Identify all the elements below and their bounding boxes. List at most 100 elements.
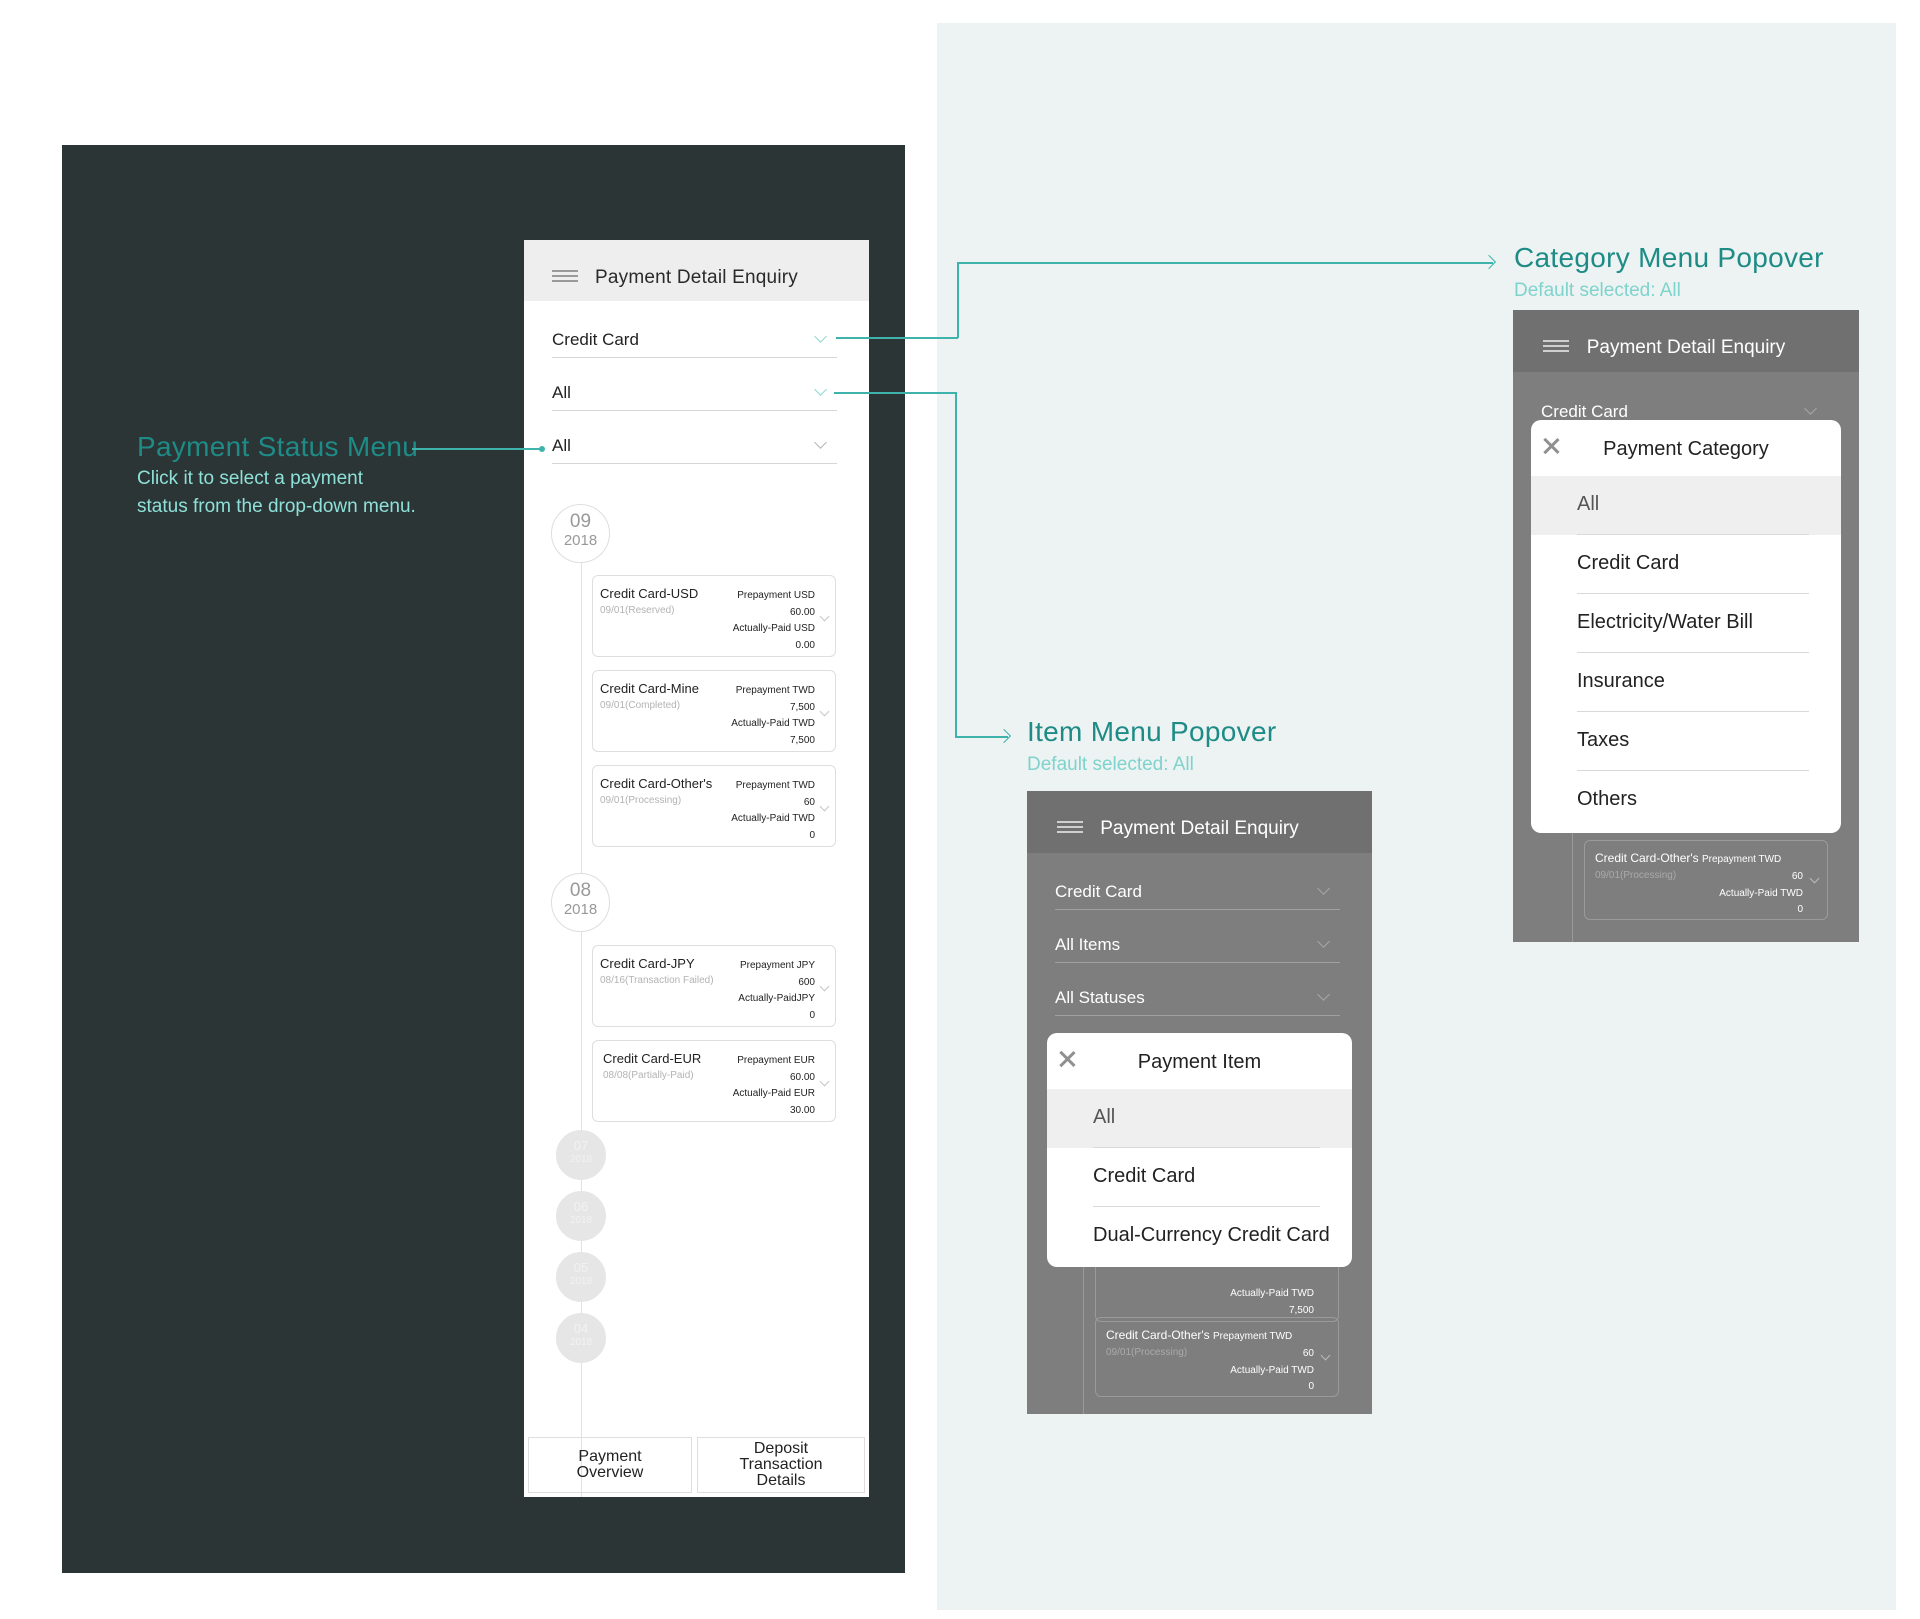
chevron-down-icon xyxy=(814,436,827,449)
record-name: Credit Card-EUR xyxy=(603,1051,702,1066)
month-marker[interactable]: 08 2018 xyxy=(551,873,610,932)
prepay-amount: 600 xyxy=(798,976,815,988)
popover-title: Payment Item xyxy=(1137,1051,1262,1073)
option-label: Dual-Currency Credit Card xyxy=(1093,1224,1330,1246)
chevron-down-icon xyxy=(814,383,827,396)
payment-record-card[interactable]: Credit Card-Mine 09/01(Completed) Prepay… xyxy=(592,670,836,752)
category-option-electricity-water[interactable]: Electricity/Water Bill xyxy=(1531,594,1841,653)
prepay-amount: 60 xyxy=(803,796,815,808)
record-name: Credit Card-Mine xyxy=(600,681,699,696)
paid-label: Actually-Paid TWD xyxy=(731,813,815,824)
payment-record-card[interactable]: Credit Card-USD 09/01(Reserved) Prepayme… xyxy=(592,575,836,657)
chevron-down-icon xyxy=(1804,402,1817,415)
month-number: 04 xyxy=(573,1321,589,1336)
record-amounts: Prepayment JPY 600 Actually-PaidJPY 0 xyxy=(705,958,815,1024)
item-option-dual-currency[interactable]: Dual-Currency Credit Card xyxy=(1047,1207,1352,1266)
app-header: Payment Detail Enquiry xyxy=(1513,310,1859,372)
month-number: 07 xyxy=(573,1138,589,1153)
connector-line xyxy=(834,392,956,394)
prepay-amount: 60 xyxy=(1302,1348,1314,1359)
paid-label: Actually-Paid TWD xyxy=(731,718,815,729)
chevron-down-icon[interactable] xyxy=(819,801,830,812)
record-date-status: 09/01(Completed) xyxy=(600,700,681,711)
category-popover-annotation-title: Category Menu Popover xyxy=(1514,242,1824,273)
month-marker-disabled: 07 2018 xyxy=(556,1130,606,1180)
paid-label: Actually-Paid TWD xyxy=(1719,887,1803,899)
paid-amount: 0 xyxy=(809,829,815,841)
paid-label: Actually-Paid USD xyxy=(732,623,815,634)
chevron-down-icon[interactable] xyxy=(819,1076,830,1087)
item-dropdown[interactable]: All xyxy=(552,381,837,411)
item-dropdown-value: All xyxy=(552,383,571,402)
record-name: Credit Card-Other's Prepayment TWD xyxy=(1595,851,1781,865)
status-dropdown: All Statuses xyxy=(1055,986,1340,1016)
month-year: 2018 xyxy=(569,1276,593,1287)
connector-line xyxy=(957,262,959,338)
payment-record-card[interactable]: Credit Card-EUR 08/08(Partially-Paid) Pr… xyxy=(592,1040,836,1122)
category-option-taxes[interactable]: Taxes xyxy=(1531,712,1841,771)
month-marker[interactable]: 09 2018 xyxy=(551,504,610,563)
page-title: Payment Detail Enquiry xyxy=(1100,818,1299,839)
option-label: Credit Card xyxy=(1577,552,1680,574)
category-popover-annotation-sub: Default selected: All xyxy=(1514,280,1681,301)
month-number: 06 xyxy=(573,1199,589,1214)
record-date-status: 08/08(Partially-Paid) xyxy=(603,1070,694,1081)
payment-record-card[interactable]: Credit Card-Other's 09/01(Processing) Pr… xyxy=(592,765,836,847)
record-amounts: Prepayment USD 60.00 Actually-Paid USD 0… xyxy=(705,588,815,654)
prepay-amount: 60.00 xyxy=(789,606,815,618)
month-year: 2018 xyxy=(563,901,598,918)
prepay-label: Prepayment TWD xyxy=(735,780,815,791)
prepay-label: Prepayment EUR xyxy=(737,1055,815,1066)
category-option-insurance[interactable]: Insurance xyxy=(1531,653,1841,712)
item-popover-annotation-title: Item Menu Popover xyxy=(1027,716,1277,747)
prepay-label: Prepayment TWD xyxy=(1213,1331,1293,1342)
month-number: 05 xyxy=(573,1260,589,1275)
option-label: Taxes xyxy=(1577,729,1630,751)
record-date-status: 08/16(Transaction Failed) xyxy=(600,975,714,986)
connector-dot xyxy=(539,446,545,452)
category-option-credit-card[interactable]: Credit Card xyxy=(1531,535,1841,594)
item-option-credit-card[interactable]: Credit Card xyxy=(1047,1148,1352,1207)
record-date-status: 09/01(Processing) xyxy=(1595,870,1677,881)
payment-record-card[interactable]: Credit Card-JPY 08/16(Transaction Failed… xyxy=(592,945,836,1027)
month-number: 09 xyxy=(569,511,592,532)
category-option-all[interactable]: All xyxy=(1531,476,1841,535)
category-dropdown-value: Credit Card xyxy=(1055,882,1142,901)
month-number: 08 xyxy=(569,880,592,901)
chevron-down-icon xyxy=(1320,1350,1331,1361)
status-menu-annotation-desc: Click it to select a payment status from… xyxy=(137,468,416,517)
chevron-down-icon[interactable] xyxy=(819,981,830,992)
record-name: Credit Card-Other's xyxy=(600,776,713,791)
chevron-down-icon[interactable] xyxy=(819,706,830,717)
category-dropdown[interactable]: Credit Card xyxy=(552,328,837,358)
category-dropdown-value: Credit Card xyxy=(552,330,639,349)
option-label: Insurance xyxy=(1577,670,1665,692)
category-option-others[interactable]: Others xyxy=(1531,771,1841,830)
chevron-down-icon xyxy=(1809,873,1820,884)
prepay-amount: 60 xyxy=(1791,871,1803,882)
status-dropdown[interactable]: All xyxy=(552,434,837,464)
paid-amount: 0.00 xyxy=(795,639,815,651)
payment-category-popover: Payment Category All Credit Card Electri… xyxy=(1531,420,1841,833)
tab-payment-overview[interactable]: Payment Overview xyxy=(528,1437,692,1493)
prepay-label: Prepayment TWD xyxy=(1702,854,1782,865)
page-title: Payment Detail Enquiry xyxy=(595,267,798,288)
timeline-line xyxy=(1572,830,1573,942)
chevron-down-icon[interactable] xyxy=(819,611,830,622)
record-name-text: Credit Card-Other's xyxy=(1106,1328,1210,1342)
record-date-status: 09/01(Reserved) xyxy=(600,605,675,616)
item-option-all[interactable]: All xyxy=(1047,1089,1352,1148)
tab-deposit-transaction-details[interactable]: Deposit Transaction Details xyxy=(697,1437,865,1493)
payment-item-popover: Payment Item All Credit Card Dual-Curren… xyxy=(1047,1033,1352,1267)
record-amounts: Prepayment TWD 7,500 Actually-Paid TWD 7… xyxy=(705,683,815,749)
record-date-status: 09/01(Processing) xyxy=(1106,1347,1188,1358)
chevron-down-icon xyxy=(1317,935,1330,948)
payment-record-card: Credit Card-Other's Prepayment TWD 09/01… xyxy=(1584,840,1828,920)
connector-line xyxy=(957,262,1493,264)
month-year: 2018 xyxy=(569,1154,593,1165)
bottom-tab-bar: Payment Overview Deposit Transaction Det… xyxy=(528,1437,865,1493)
chevron-down-icon xyxy=(1317,882,1330,895)
tab-label: Deposit Transaction Details xyxy=(739,1440,823,1489)
category-dropdown-value: Credit Card xyxy=(1541,402,1628,421)
record-amounts: Prepayment TWD 60 Actually-Paid TWD 0 xyxy=(705,778,815,844)
